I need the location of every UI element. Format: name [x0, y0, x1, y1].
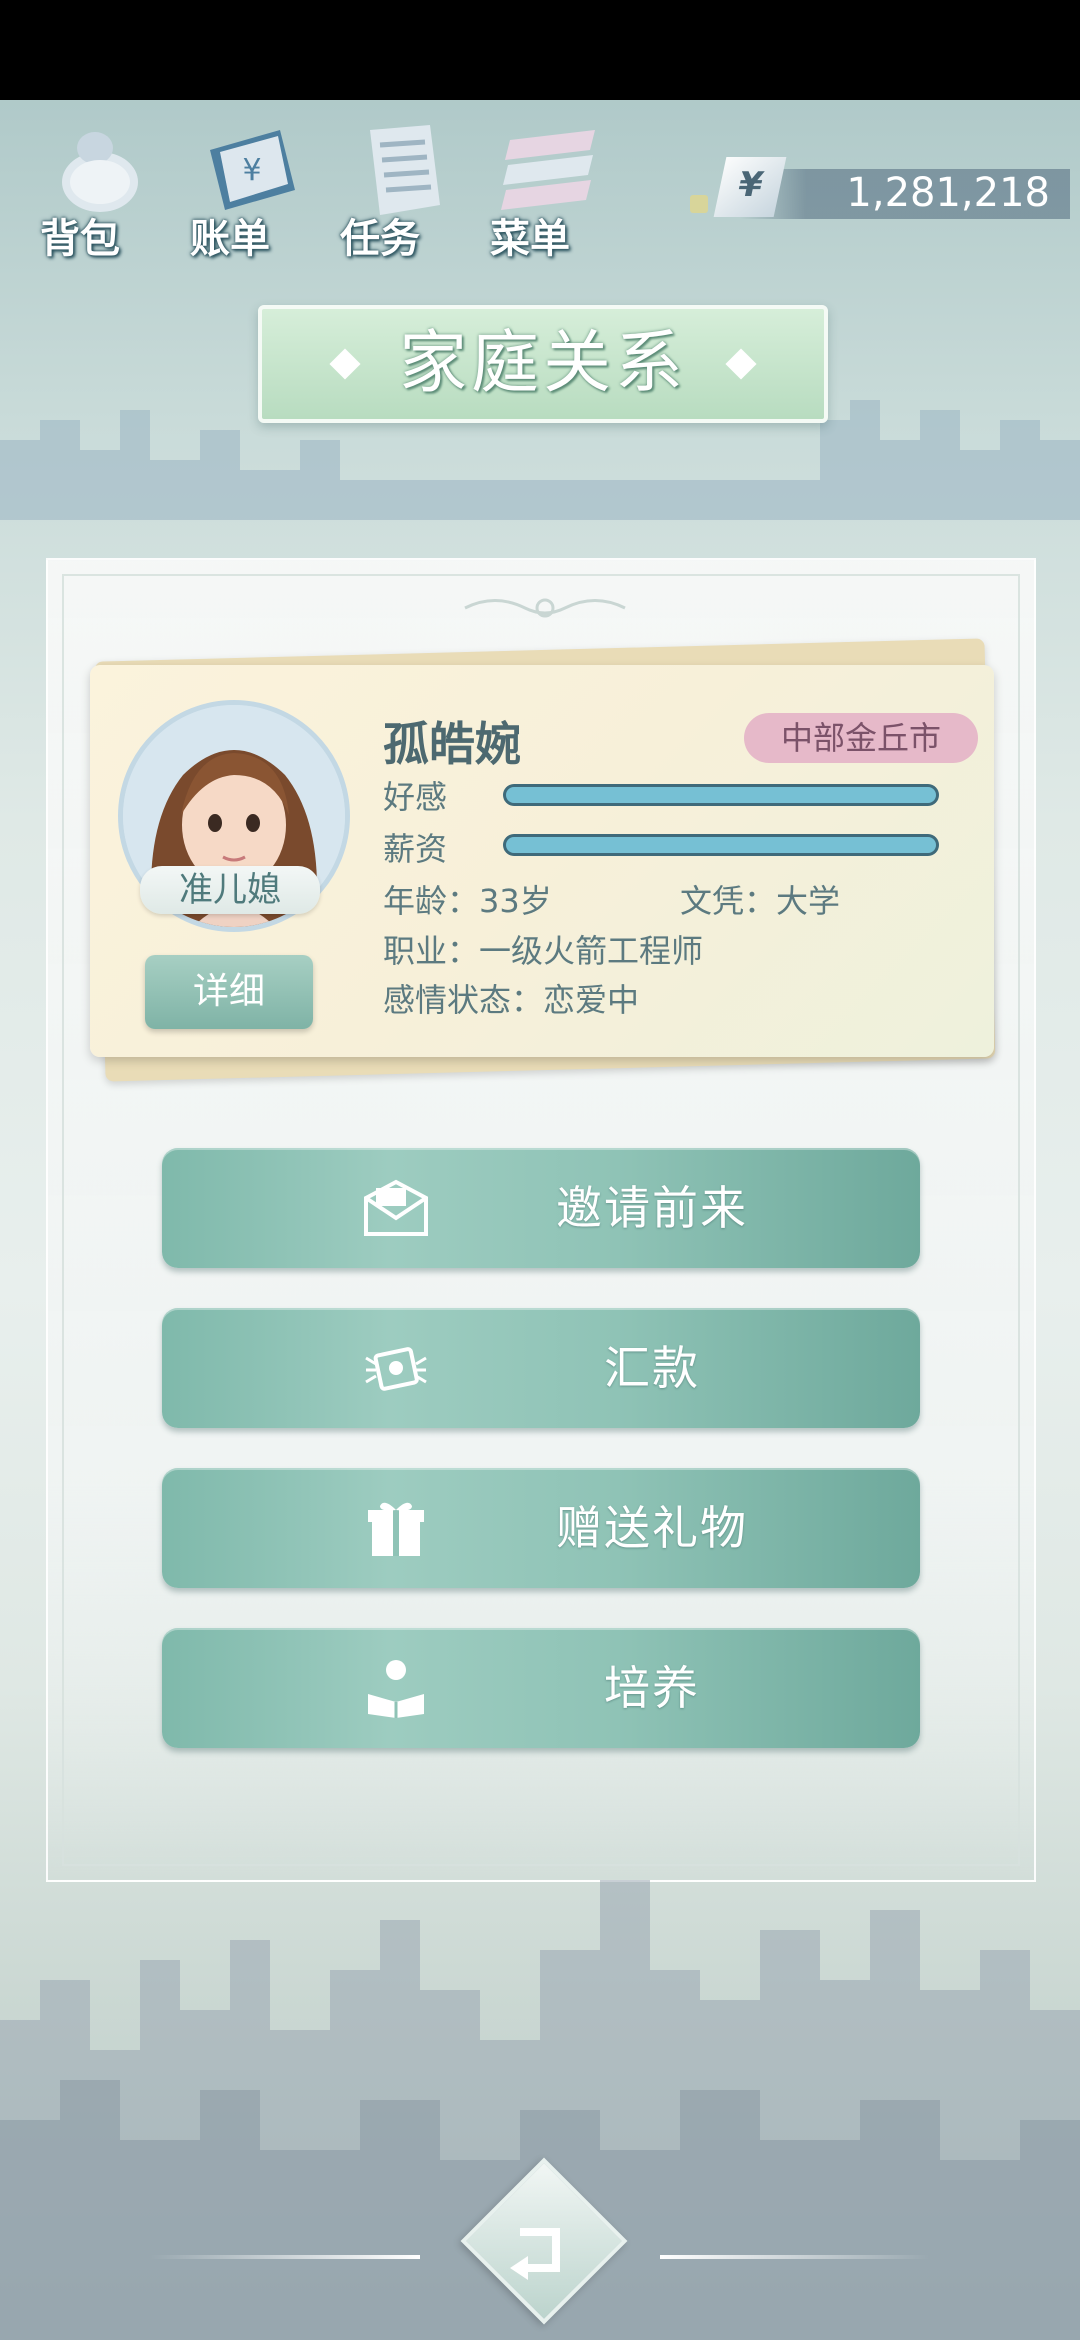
- coin-decoration: [690, 195, 708, 213]
- education-text: 文凭：大学: [680, 882, 841, 920]
- nav-menu-button[interactable]: 菜单: [470, 110, 610, 262]
- character-name: 孤皓婉: [383, 717, 521, 771]
- invite-letter-icon: [364, 1179, 428, 1236]
- relationship-status-text: 感情状态：恋爱中: [383, 981, 640, 1019]
- menu-icon: [501, 130, 595, 210]
- invite-label: 邀请前来: [556, 1181, 748, 1235]
- bill-icon: ¥: [210, 130, 295, 210]
- back-arrow-icon: [510, 2228, 560, 2280]
- status-bar: [0, 0, 1080, 100]
- gift-button[interactable]: 赠送礼物: [162, 1468, 920, 1588]
- money-transfer-icon: [365, 1347, 427, 1391]
- cultivate-button[interactable]: 培养: [162, 1628, 920, 1748]
- bag-icon: [62, 132, 138, 212]
- wallet-display: ¥ 1,281,218: [690, 157, 1070, 221]
- svg-text:¥: ¥: [242, 153, 261, 188]
- job-text: 职业：一级火箭工程师: [383, 932, 704, 970]
- favor-bar: [503, 784, 939, 806]
- nav-task-button[interactable]: 任务: [320, 110, 460, 262]
- salary-bar-fill: [506, 837, 936, 853]
- favor-label: 好感: [383, 778, 448, 816]
- page-title-banner: 家庭关系: [258, 305, 828, 423]
- task-icon: [370, 125, 440, 215]
- age-text: 年龄：33岁: [383, 882, 552, 920]
- gift-label: 赠送礼物: [556, 1501, 748, 1555]
- currency-icon: ¥: [713, 157, 787, 217]
- nav-bill-button[interactable]: ¥ 账单: [170, 110, 310, 262]
- nav-backpack-button[interactable]: 背包: [20, 110, 160, 262]
- invite-button[interactable]: 邀请前来: [162, 1148, 920, 1268]
- relation-label: 准儿媳: [140, 866, 320, 914]
- reading-person-icon: [368, 1660, 424, 1718]
- cultivate-label: 培养: [604, 1661, 700, 1715]
- salary-bar: [503, 834, 939, 856]
- favor-bar-fill: [506, 787, 936, 803]
- remit-label: 汇款: [604, 1341, 700, 1395]
- salary-label: 薪资: [383, 830, 448, 868]
- wallet-amount: 1,281,218: [846, 170, 1050, 216]
- divider-line: [660, 2255, 930, 2259]
- location-badge: 中部金丘市: [744, 713, 978, 763]
- detail-button[interactable]: 详细: [145, 955, 313, 1029]
- ornament-flourish: [464, 598, 626, 618]
- divider-line: [150, 2255, 420, 2259]
- remit-button[interactable]: 汇款: [162, 1308, 920, 1428]
- gift-icon: [368, 1502, 424, 1556]
